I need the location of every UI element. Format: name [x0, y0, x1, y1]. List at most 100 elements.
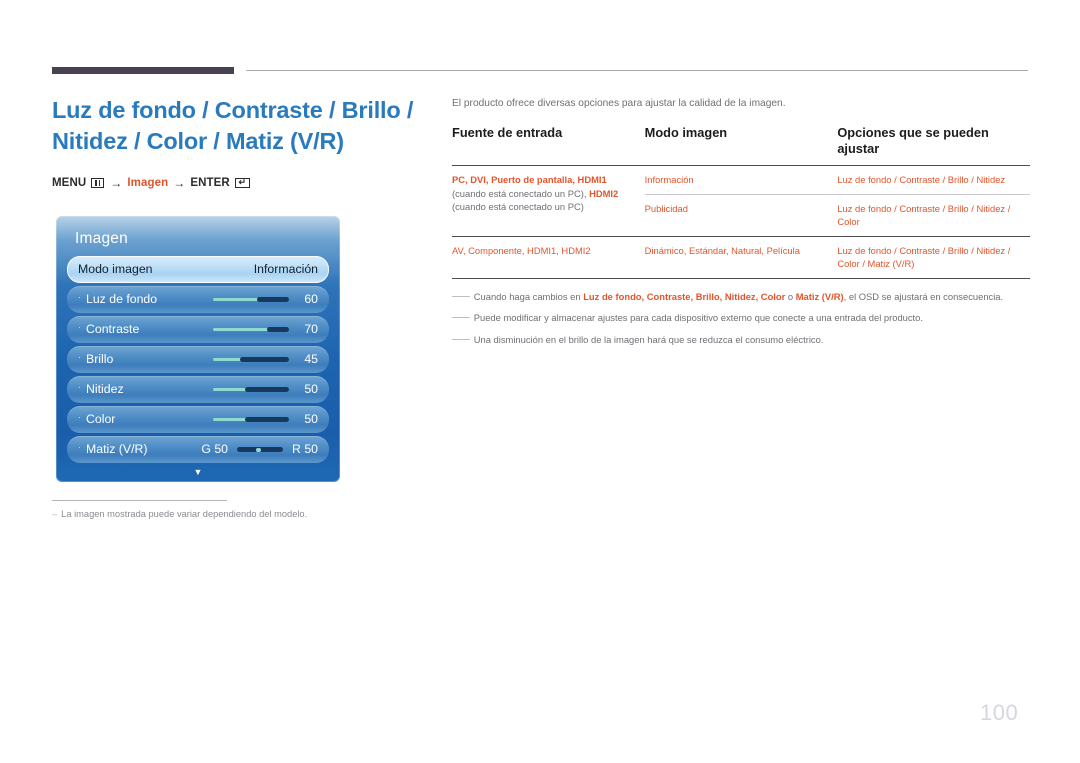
slider-knob[interactable] [267, 326, 289, 332]
note-mid: o [785, 290, 796, 302]
bullet-icon: · [78, 382, 81, 393]
osd-row-label: Contraste [86, 322, 140, 337]
osd-row-label: Nitidez [86, 382, 124, 397]
page-number: 100 [980, 700, 1019, 725]
table-header-row: Fuente de entrada Modo imagen Opciones q… [452, 125, 1030, 166]
osd-slider[interactable] [213, 416, 289, 422]
path-arrow-1: → [110, 176, 123, 190]
osd-menu-panel: Imagen Modo imagen Información · Luz de … [56, 216, 340, 482]
header-rule-light [246, 70, 1028, 71]
osd-slider[interactable] [213, 356, 289, 362]
note-dash: ―― [452, 332, 470, 344]
enter-return-icon: ↵ [234, 178, 250, 188]
column-header-fuente-de-entrada: Fuente de entrada [452, 125, 563, 140]
picture-options-table: Fuente de entrada Modo imagen Opciones q… [452, 125, 1030, 279]
matiz-green-value: G 50 [201, 442, 229, 457]
osd-row-label: Brillo [86, 352, 114, 367]
menu-navigation-path: MENU → Imagen → ENTER ↵ [52, 176, 422, 190]
column-header-modo-imagen: Modo imagen [644, 125, 728, 140]
table-body: PC, DVI, Puerto de pantalla, HDMI1 (cuan… [452, 166, 1030, 279]
osd-row-value: 50 [304, 382, 318, 397]
matiz-red-value: R 50 [292, 442, 318, 457]
slider-knob[interactable] [245, 386, 289, 392]
note-text: Puede modificar y almacenar ajustes para… [473, 312, 923, 323]
source-part-0: PC, DVI, Puerto de pantalla, HDMI1 [452, 174, 607, 185]
cell-mode-av: Dinámico, Estándar, Natural, Película [644, 235, 838, 278]
source-part-1: (cuando está conectado un PC), [452, 187, 587, 199]
footnote-text: La imagen mostrada puede variar dependie… [61, 509, 308, 519]
note-post: , el OSD se ajustará en consecuencia. [843, 290, 1004, 302]
column-header-opciones: Opciones que se pueden ajustar [837, 125, 989, 156]
left-footnote: – La imagen mostrada puede variar depend… [52, 507, 412, 521]
right-column: El producto ofrece diversas opciones par… [452, 96, 1030, 354]
slider-knob[interactable] [257, 296, 289, 302]
document-page: Luz de fondo / Contraste / Brillo / Niti… [0, 0, 1080, 763]
osd-row-contraste[interactable]: · Contraste 70 [67, 316, 329, 343]
menu-path-imagen: Imagen [127, 177, 169, 189]
osd-row-brillo[interactable]: · Brillo 45 [67, 346, 329, 373]
note-item: ―― Cuando haga cambios en Luz de fondo, … [452, 290, 1030, 305]
bullet-icon: · [78, 412, 81, 423]
osd-row-luz-de-fondo[interactable]: · Luz de fondo 60 [67, 286, 329, 313]
left-note-divider [52, 500, 227, 501]
note-text: Una disminución en el brillo de la image… [473, 333, 824, 345]
osd-slider[interactable] [213, 326, 289, 332]
note-bold2: Matiz (V/R) [795, 290, 844, 302]
osd-row-label: Luz de fondo [86, 292, 158, 307]
slider-knob[interactable] [245, 416, 289, 422]
note-item: ―― Puede modificar y almacenar ajustes p… [452, 311, 1030, 326]
enter-label: ENTER [190, 177, 230, 189]
osd-row-color[interactable]: · Color 50 [67, 406, 329, 433]
osd-row-label: Matiz (V/R) [86, 442, 148, 457]
slider-knob[interactable] [240, 356, 289, 362]
bullet-icon: · [78, 292, 81, 303]
table-bottom-rule [452, 277, 1030, 279]
note-text: Cuando haga cambios en Luz de fondo, Con… [474, 290, 1030, 305]
path-arrow-2: → [173, 176, 186, 190]
osd-title: Imagen [75, 230, 128, 247]
table-head: Fuente de entrada Modo imagen Opciones q… [452, 125, 1030, 166]
osd-slider[interactable] [213, 386, 289, 392]
header-rule-dark [52, 67, 234, 74]
bottom-rule-cell-3 [837, 277, 1030, 279]
bottom-rule-cell-1 [452, 277, 645, 279]
intro-paragraph: El producto ofrece diversas opciones par… [452, 98, 786, 109]
osd-row-matiz-vr[interactable]: · Matiz (V/R) G 50 R 50 [67, 436, 329, 463]
matiz-slider[interactable] [237, 446, 284, 453]
cell-options-av: Luz de fondo / Contraste / Brillo / Niti… [837, 235, 1030, 278]
notes-list: ―― Cuando haga cambios en Luz de fondo, … [452, 290, 1030, 348]
page-title: Luz de fondo / Contraste / Brillo / Niti… [52, 97, 414, 154]
note-dash: ―― [452, 311, 470, 322]
left-column: Luz de fondo / Contraste / Brillo / Niti… [52, 95, 422, 190]
bullet-icon: · [78, 322, 81, 333]
osd-row-value: 45 [304, 352, 318, 367]
osd-row-value: 60 [304, 292, 318, 307]
note-item: ―― Una disminución en el brillo de la im… [452, 333, 1030, 348]
source-part-2: HDMI2 [589, 187, 619, 199]
osd-row-nitidez[interactable]: · Nitidez 50 [67, 376, 329, 403]
osd-row-label: Color [86, 412, 116, 427]
cell-options-publicidad: Luz de fondo / Contraste / Brillo / Niti… [837, 193, 1030, 236]
table-row: PC, DVI, Puerto de pantalla, HDMI1 (cuan… [452, 166, 1030, 212]
source-part-3: (cuando está conectado un PC) [452, 201, 584, 212]
matiz-slider-knob[interactable] [256, 447, 262, 452]
cell-source-av-group: AV, Componente, HDMI1, HDMI2 [452, 235, 645, 278]
osd-row-value: 70 [304, 322, 318, 337]
note-pre: Cuando haga cambios en [473, 290, 584, 302]
menu-label: MENU [52, 177, 87, 189]
osd-row-value: 50 [304, 412, 318, 427]
footnote-dash: – [52, 509, 58, 519]
osd-slider[interactable] [213, 296, 289, 302]
osd-row-modo-imagen[interactable]: Modo imagen Información [67, 256, 329, 283]
note-dash: ―― [452, 289, 470, 301]
scroll-down-arrow-icon[interactable]: ▼ [67, 467, 329, 477]
cell-mode-informacion: Información [644, 174, 694, 185]
note-bold: Luz de fondo, Contraste, Brillo, Nitidez… [583, 290, 786, 302]
bullet-icon: · [78, 352, 81, 363]
bullet-icon: · [78, 442, 81, 453]
cell-source-pc-group: PC, DVI, Puerto de pantalla, HDMI1 (cuan… [452, 166, 645, 237]
table-row: AV, Componente, HDMI1, HDMI2 Dinámico, E… [452, 235, 1030, 278]
cell-options-informacion: Luz de fondo / Contraste / Brillo / Niti… [837, 174, 1006, 185]
cell-mode-publicidad: Publicidad [644, 193, 838, 236]
bottom-rule-cell-2 [644, 277, 838, 279]
